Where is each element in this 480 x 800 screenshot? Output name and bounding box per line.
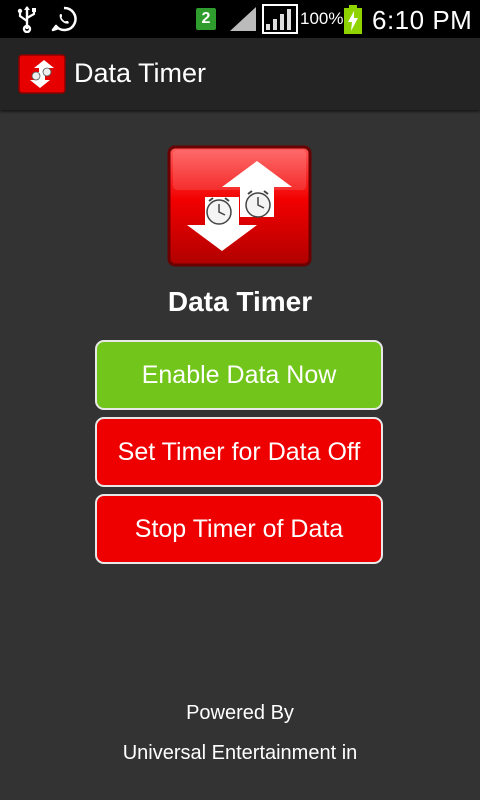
signal-icon	[230, 7, 256, 31]
set-timer-data-off-button[interactable]: Set Timer for Data Off	[95, 417, 383, 487]
footer-powered-by: Powered By	[186, 702, 294, 724]
status-bar: 2 100% 6:10 PM	[0, 0, 480, 38]
stop-timer-data-button[interactable]: Stop Timer of Data	[95, 494, 383, 564]
whatsapp-icon	[51, 6, 77, 32]
signal-icon-2	[262, 4, 298, 34]
main-title: Data Timer	[167, 286, 313, 317]
app-title: Data Timer	[74, 58, 207, 88]
screen: 2 100% 6:10 PM Data Timer Data Timer Ena…	[0, 0, 480, 800]
usb-icon	[17, 6, 36, 33]
footer-company: Universal Entertainment in	[122, 742, 358, 764]
sim-badge: 2	[196, 8, 216, 30]
battery-charging-icon	[344, 5, 362, 34]
action-bar: Data Timer	[0, 38, 480, 110]
status-clock: 6:10 PM	[372, 5, 473, 35]
battery-percent: 100%	[300, 9, 344, 28]
data-timer-logo-icon	[167, 145, 312, 267]
enable-data-now-button[interactable]: Enable Data Now	[95, 340, 383, 410]
data-timer-app-icon[interactable]	[18, 54, 66, 94]
